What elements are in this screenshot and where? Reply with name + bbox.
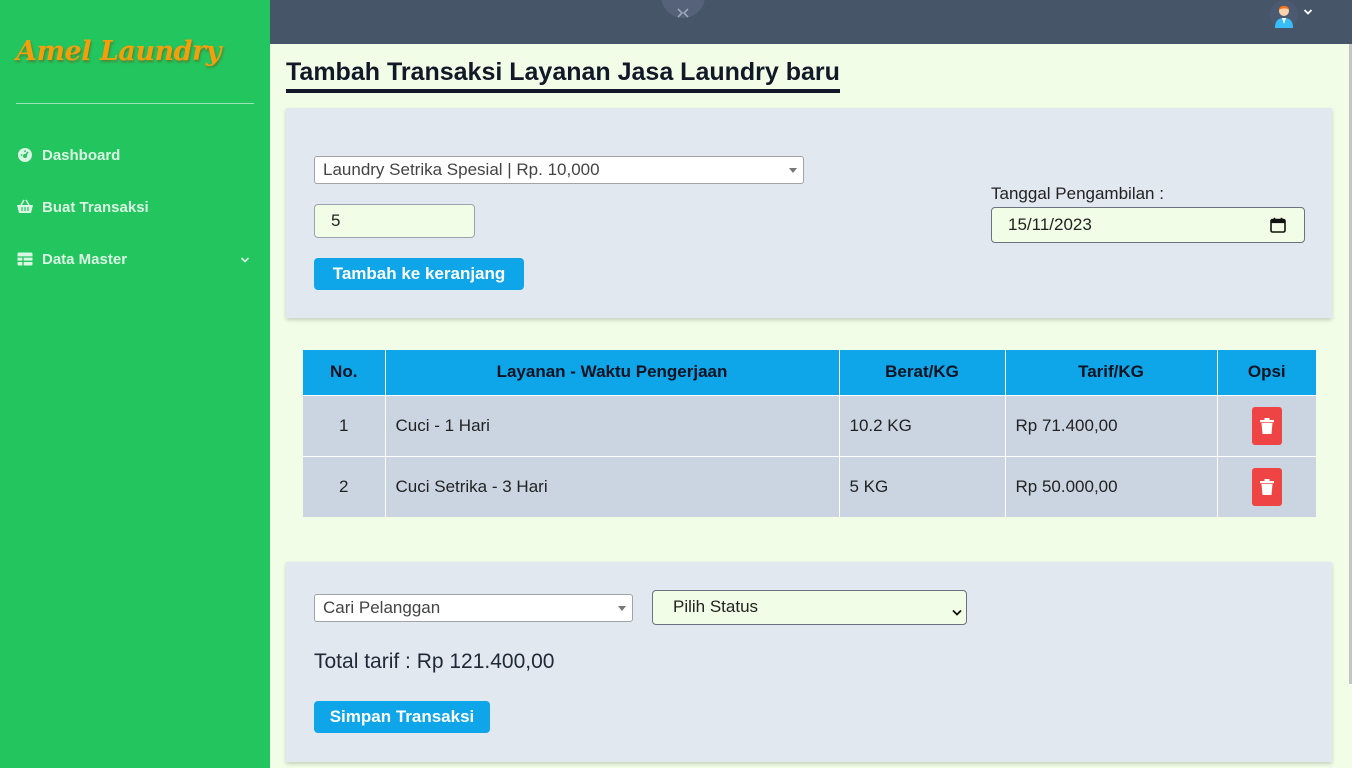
row-weight: 5 KG [839, 455, 1006, 517]
customer-select[interactable]: Cari Pelanggan [314, 594, 633, 622]
sidebar-item-label: Data Master [42, 250, 128, 268]
table-icon [16, 250, 34, 268]
add-to-cart-button[interactable]: Tambah ke keranjang [314, 258, 524, 290]
caret-down-icon [789, 168, 797, 173]
pickup-date-input[interactable]: 15/11/2023 [991, 207, 1305, 243]
row-number: 2 [303, 455, 386, 517]
caret-down-icon [618, 606, 626, 611]
row-service: Cuci Setrika - 3 Hari [385, 455, 840, 517]
column-header: Layanan - Waktu Pengerjaan [385, 350, 840, 395]
sidebar-toggle-icon[interactable] [661, 0, 705, 18]
chevron-down-icon[interactable] [1303, 2, 1313, 21]
chevron-down-icon [952, 602, 962, 622]
row-weight: 10.2 KG [839, 394, 1006, 456]
row-number: 1 [303, 394, 386, 456]
customer-select-value: Cari Pelanggan [323, 598, 441, 617]
row-options [1217, 455, 1316, 517]
dashboard-icon [16, 146, 34, 164]
column-header: Berat/KG [839, 350, 1006, 395]
column-header: No. [303, 350, 386, 395]
add-service-card: Laundry Setrika Spesial | Rp. 10,000 5 T… [286, 108, 1332, 318]
status-select-value: Pilih Status [673, 597, 759, 616]
row-service: Cuci - 1 Hari [385, 394, 840, 456]
weight-input[interactable]: 5 [314, 204, 475, 238]
sidebar-item-buat-transaksi[interactable]: Buat Transaksi [16, 195, 254, 219]
delete-button[interactable] [1251, 406, 1282, 445]
sidebar-item-label: Buat Transaksi [42, 198, 149, 216]
status-select[interactable]: Pilih Status [652, 590, 967, 625]
pickup-date-label: Tanggal Pengambilan : [991, 184, 1164, 203]
chevron-down-icon [240, 251, 250, 268]
sidebar-item-dashboard[interactable]: Dashboard [16, 143, 254, 167]
cart-table: No. Layanan - Waktu Pengerjaan Berat/KG … [303, 350, 1316, 517]
total-price: Total tarif : Rp 121.400,00 [314, 650, 555, 673]
row-price: Rp 71.400,00 [1005, 394, 1218, 456]
page-title: Tambah Transaksi Layanan Jasa Laundry ba… [286, 58, 840, 93]
save-transaction-button[interactable]: Simpan Transaksi [314, 701, 490, 733]
calendar-icon[interactable] [1270, 217, 1286, 238]
row-options [1217, 394, 1316, 456]
service-select-value: Laundry Setrika Spesial | Rp. 10,000 [323, 160, 600, 179]
topbar [270, 0, 1352, 44]
brand-logo[interactable]: Amel Laundry [16, 36, 221, 67]
sidebar: Amel Laundry Dashboard Buat Transaksi Da… [0, 0, 270, 768]
basket-icon [16, 198, 34, 216]
table-row: 2 Cuci Setrika - 3 Hari 5 KG Rp 50.000,0… [303, 455, 1316, 517]
table-row: 1 Cuci - 1 Hari 10.2 KG Rp 71.400,00 [303, 394, 1316, 456]
row-price: Rp 50.000,00 [1005, 455, 1218, 517]
service-select[interactable]: Laundry Setrika Spesial | Rp. 10,000 [314, 156, 804, 184]
delete-button[interactable] [1251, 467, 1282, 506]
sidebar-item-data-master[interactable]: Data Master [16, 247, 254, 271]
sidebar-divider [16, 103, 254, 104]
trash-icon [1259, 417, 1274, 434]
column-header: Tarif/KG [1005, 350, 1218, 395]
pickup-date-value: 15/11/2023 [1008, 215, 1092, 234]
table-header-row: No. Layanan - Waktu Pengerjaan Berat/KG … [303, 350, 1316, 395]
trash-icon [1259, 478, 1274, 495]
sidebar-item-label: Dashboard [42, 146, 121, 164]
user-avatar-icon[interactable] [1270, 0, 1298, 28]
column-header: Opsi [1217, 350, 1316, 395]
